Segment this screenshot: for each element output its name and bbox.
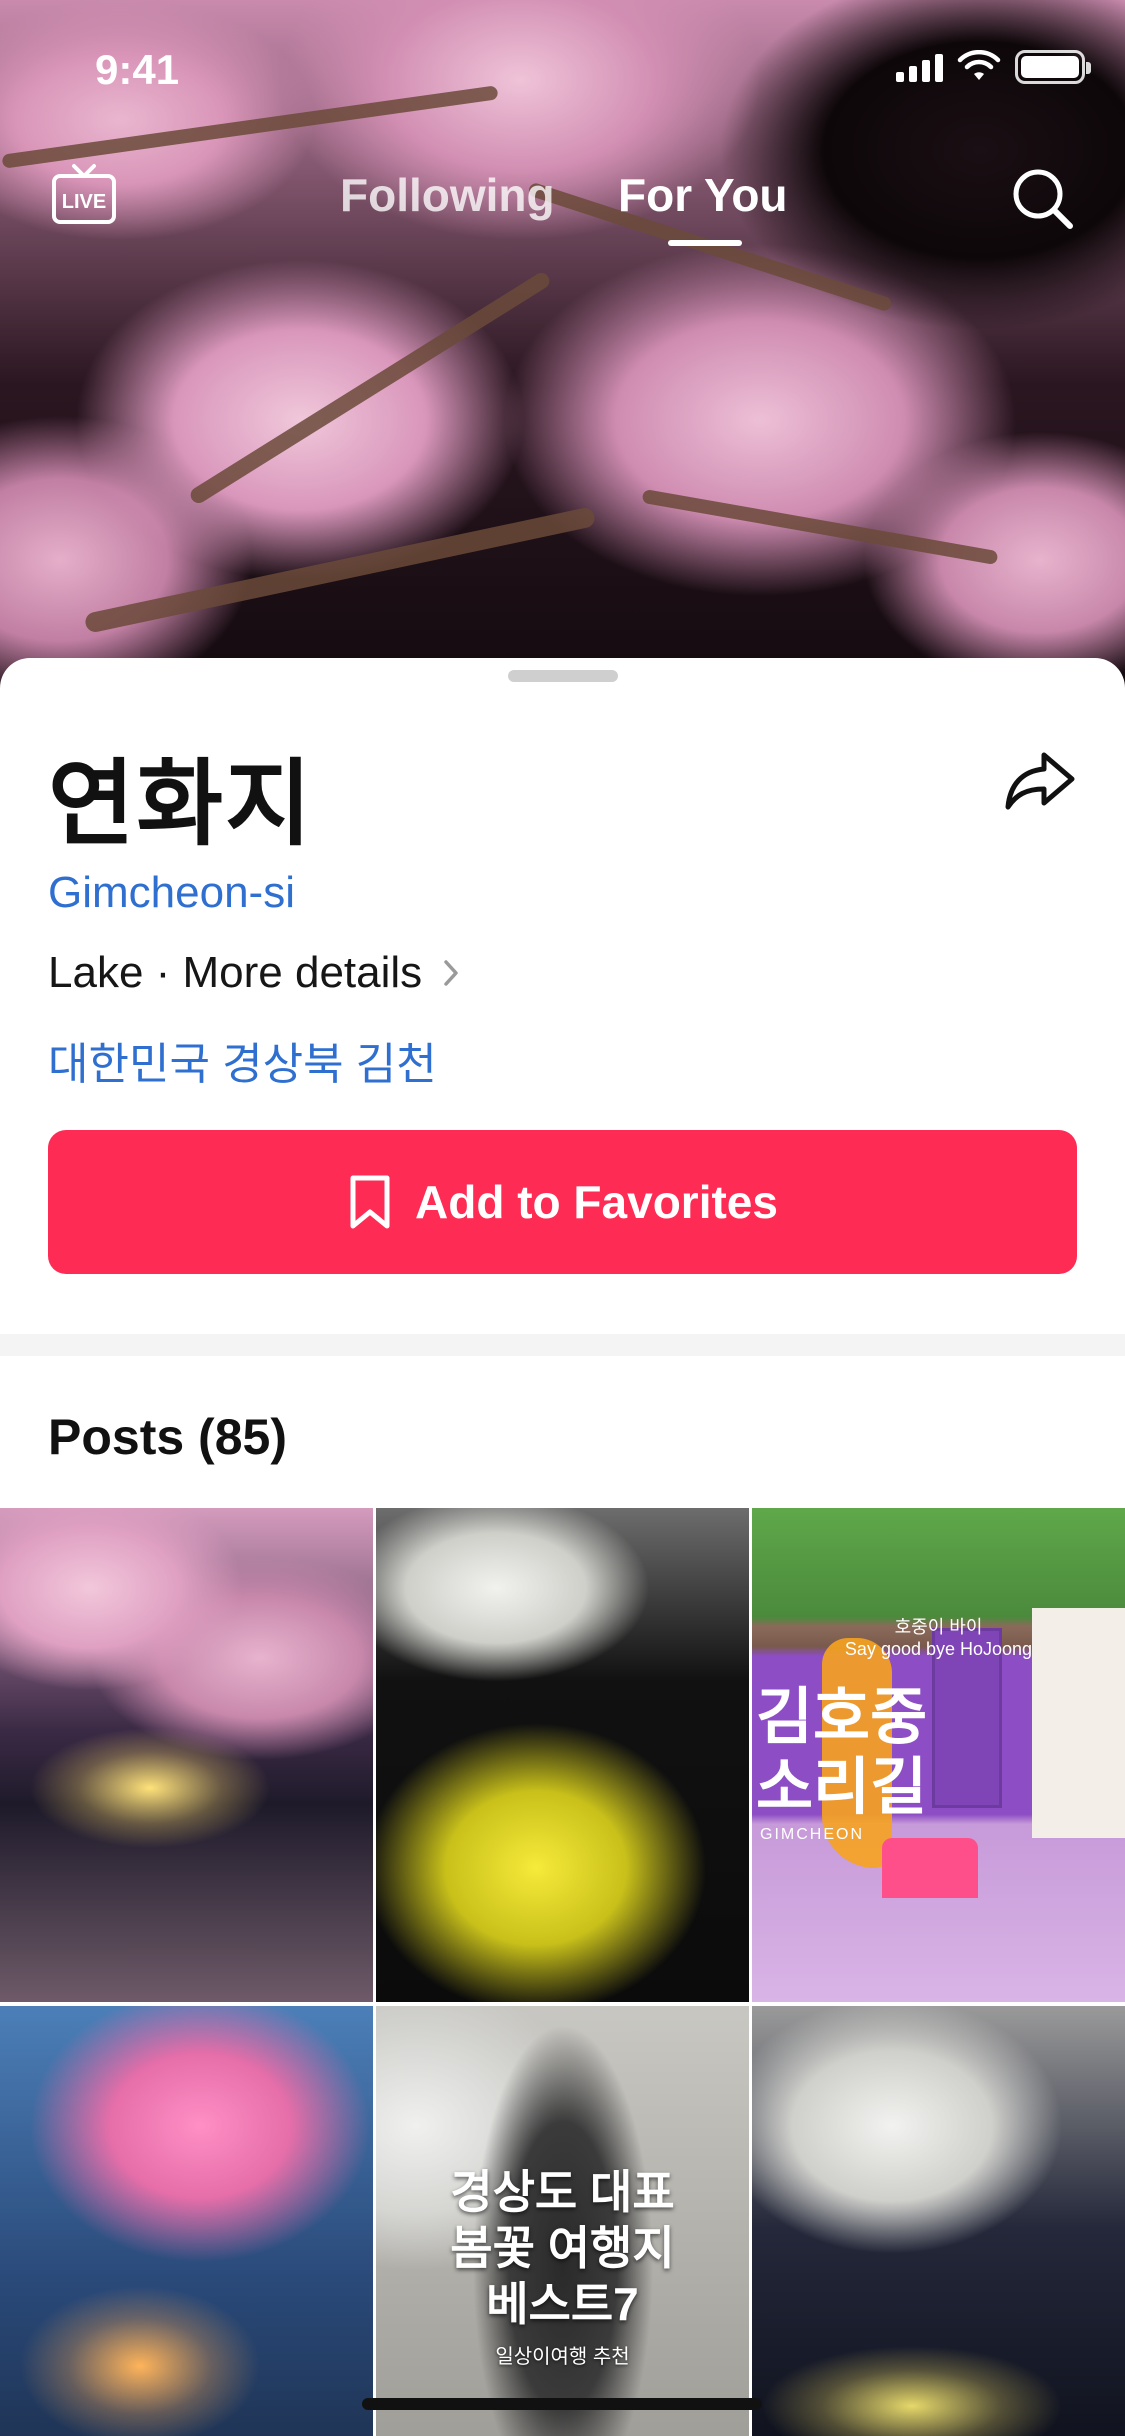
post-overlay-text: 경상도 대표 봄꽃 여행지 베스트7 [450,2166,675,2330]
post-thumbnail[interactable] [0,2006,373,2436]
place-category: Lake · More details [48,948,423,997]
add-to-favorites-label: Add to Favorites [415,1176,778,1228]
post-overlay-text: GIMCHEON [760,1826,864,1843]
post-overlay-text: 김호중 소리길 [756,1683,928,1822]
post-overlay-text: 호중이 바이 Say good bye HoJoong [844,1617,1033,1659]
place-details-row[interactable]: Lake · More details [48,948,464,998]
search-icon[interactable] [1006,162,1078,234]
home-indicator [362,2398,762,2410]
posts-header: Posts (85) [48,1409,287,1465]
tab-following[interactable]: Following [340,168,555,222]
hero-image [0,0,1125,700]
post-thumbnail[interactable]: 경상도 대표 봄꽃 여행지 베스트7 일상이여행 추천 [376,2006,749,2436]
battery-icon [1015,50,1091,84]
status-icons [896,50,1091,84]
tab-for-you[interactable]: For You [618,168,788,222]
status-time: 9:41 [95,46,180,93]
post-overlay-text: 일상이여행 추천 [495,2346,630,2368]
wifi-icon [957,50,1001,80]
section-divider [0,1334,1125,1356]
active-tab-indicator [668,240,742,246]
signal-icon [896,52,943,82]
place-title: 연화지 [48,751,314,856]
share-icon[interactable] [1000,741,1080,821]
address-link[interactable]: 대한민국 경상북 김천 [48,1028,437,1092]
chevron-right-icon [444,960,458,986]
add-to-favorites-button[interactable]: Add to Favorites [48,1130,1077,1274]
sheet-grabber[interactable] [508,670,618,682]
city-link[interactable]: Gimcheon-si [48,868,295,918]
post-thumbnail[interactable]: 호중이 바이 Say good bye HoJoong 김호중 소리길 GIMC… [752,1508,1125,2002]
post-thumbnail[interactable] [0,1508,373,2002]
post-thumbnail[interactable] [752,2006,1125,2436]
bookmark-icon [350,1175,390,1229]
post-thumbnail[interactable] [376,1508,749,2002]
feed-tabs: Following For You [0,168,1125,248]
bench [882,1838,978,1898]
